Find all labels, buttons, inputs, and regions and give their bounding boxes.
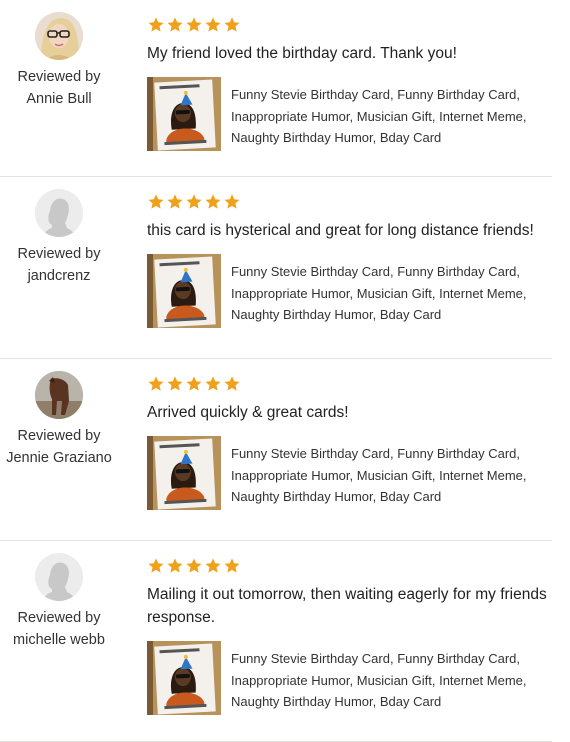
star-rating — [147, 14, 552, 36]
reviewed-product[interactable]: Funny Stevie Birthday Card, Funny Birthd… — [147, 77, 552, 151]
star-icon — [205, 558, 221, 573]
reviewed-product[interactable]: Funny Stevie Birthday Card, Funny Birthd… — [147, 641, 552, 715]
star-icon — [148, 17, 164, 32]
review-content: My friend loved the birthday card. Thank… — [147, 14, 552, 151]
star-icon — [167, 17, 183, 32]
reviewer-name[interactable]: jandcrenz — [0, 265, 118, 287]
review-text: Mailing it out tomorrow, then waiting ea… — [147, 586, 547, 626]
reviewed-by-label: Reviewed by — [17, 69, 101, 85]
reviewer-info: Reviewed by Jennie Graziano — [0, 371, 118, 469]
birthday-card-image-icon — [147, 77, 221, 151]
review-text: My friend loved the birthday card. Thank… — [147, 45, 457, 62]
star-icon — [167, 558, 183, 573]
product-thumbnail[interactable] — [147, 436, 221, 510]
reviewer-name[interactable]: michelle webb — [0, 629, 118, 651]
reviewer-info: Reviewed by Annie Bull — [0, 12, 118, 110]
star-icon — [205, 194, 221, 209]
reviewed-by-label: Reviewed by — [17, 428, 101, 444]
star-icon — [186, 558, 202, 573]
woman-photo-icon — [35, 12, 83, 60]
star-icon — [224, 194, 240, 209]
product-title-link[interactable]: Funny Stevie Birthday Card, Funny Birthd… — [231, 261, 552, 328]
star-icon — [224, 17, 240, 32]
product-title-link[interactable]: Funny Stevie Birthday Card, Funny Birthd… — [231, 443, 552, 510]
avatar[interactable] — [35, 189, 83, 237]
star-icon — [167, 194, 183, 209]
horse-photo-icon — [35, 371, 83, 419]
birthday-card-image-icon — [147, 254, 221, 328]
star-icon — [186, 194, 202, 209]
birthday-card-image-icon — [147, 641, 221, 715]
product-title-link[interactable]: Funny Stevie Birthday Card, Funny Birthd… — [231, 648, 552, 715]
star-icon — [205, 376, 221, 391]
product-title-link[interactable]: Funny Stevie Birthday Card, Funny Birthd… — [231, 84, 552, 151]
avatar[interactable] — [35, 553, 83, 601]
star-rating — [147, 373, 552, 395]
review-item: Reviewed by Annie Bull My friend loved t… — [0, 0, 552, 177]
review-text: this card is hysterical and great for lo… — [147, 222, 534, 239]
star-icon — [148, 376, 164, 391]
star-rating — [147, 555, 552, 577]
review-item: Reviewed by jandcrenz this card is hyste… — [0, 177, 552, 359]
star-icon — [186, 376, 202, 391]
review-item: Reviewed by michelle webb Mailing it out… — [0, 541, 552, 742]
reviewed-by-label: Reviewed by — [17, 246, 101, 262]
star-icon — [205, 17, 221, 32]
reviewer-info: Reviewed by michelle webb — [0, 553, 118, 651]
star-icon — [224, 558, 240, 573]
review-item: Reviewed by Jennie Graziano Arrived quic… — [0, 359, 552, 541]
star-icon — [186, 17, 202, 32]
product-thumbnail[interactable] — [147, 641, 221, 715]
star-icon — [148, 558, 164, 573]
review-content: Mailing it out tomorrow, then waiting ea… — [147, 555, 552, 715]
star-icon — [148, 194, 164, 209]
birthday-card-image-icon — [147, 436, 221, 510]
review-content: this card is hysterical and great for lo… — [147, 191, 552, 328]
product-thumbnail[interactable] — [147, 254, 221, 328]
review-text: Arrived quickly & great cards! — [147, 404, 349, 421]
product-thumbnail[interactable] — [147, 77, 221, 151]
review-content: Arrived quickly & great cards! Funny Ste… — [147, 373, 552, 510]
star-icon — [167, 376, 183, 391]
reviewer-info: Reviewed by jandcrenz — [0, 189, 118, 287]
reviewed-product[interactable]: Funny Stevie Birthday Card, Funny Birthd… — [147, 254, 552, 328]
person-silhouette-icon — [35, 553, 83, 601]
reviewed-product[interactable]: Funny Stevie Birthday Card, Funny Birthd… — [147, 436, 552, 510]
person-silhouette-icon — [35, 189, 83, 237]
reviewer-name[interactable]: Annie Bull — [0, 88, 118, 110]
reviewed-by-label: Reviewed by — [17, 610, 101, 626]
reviewer-name[interactable]: Jennie Graziano — [0, 447, 118, 469]
star-icon — [224, 376, 240, 391]
star-rating — [147, 191, 552, 213]
avatar[interactable] — [35, 371, 83, 419]
avatar[interactable] — [35, 12, 83, 60]
